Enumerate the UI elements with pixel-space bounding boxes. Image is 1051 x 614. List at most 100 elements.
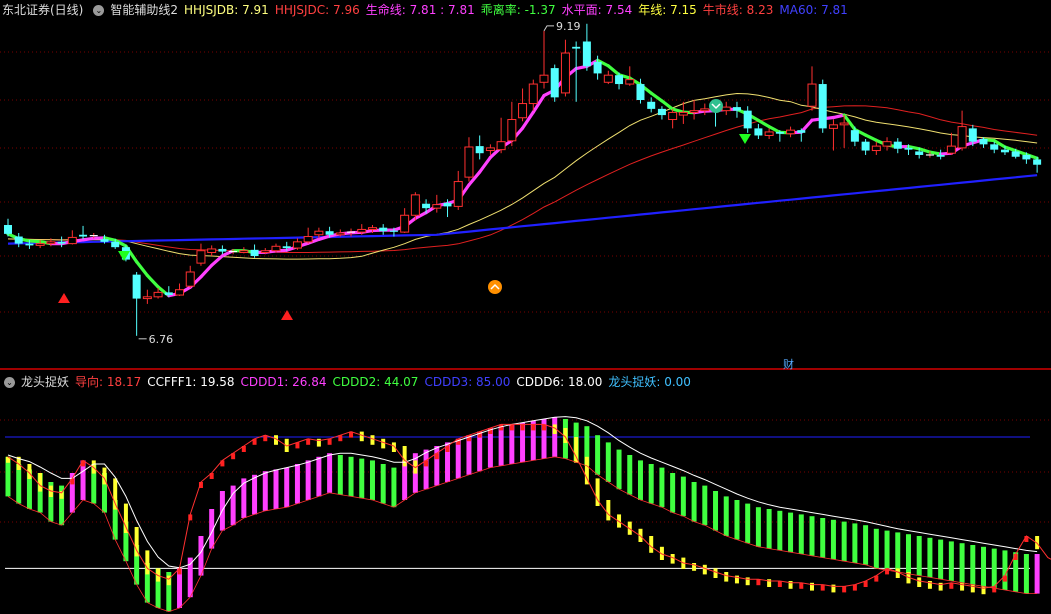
- main-chart-header: 东北证券(日线) ⌄ 智能辅助线2 HHJSJDB: 7.91 HHJSJDC: …: [0, 1, 854, 19]
- life-line-seg-1: [6, 232, 21, 241]
- bull-line: [7, 105, 1038, 253]
- candle-body-60: [647, 101, 656, 109]
- life-line-seg-79: [842, 113, 857, 132]
- life-line-seg-78: [831, 113, 846, 120]
- candle-body-38: [410, 194, 420, 216]
- candle-body-51: [550, 68, 559, 98]
- kline-chart[interactable]: 9.19 6.76: [0, 0, 1051, 614]
- life-line-seg-4: [38, 240, 53, 246]
- top-value-3: 乖离率: -1.37: [480, 3, 556, 17]
- candle-body-17: [185, 271, 195, 287]
- top-value-4: 水平面: 7.54: [561, 3, 633, 17]
- high-label: 9.19: [556, 20, 581, 33]
- candle-body-37: [400, 214, 410, 233]
- candle-body-0: [4, 225, 12, 234]
- candle-body-48: [518, 103, 528, 119]
- life-line-seg-2: [17, 237, 32, 243]
- life-line-seg-53: [563, 66, 578, 80]
- candle-body-34: [367, 227, 377, 230]
- life-line-seg-83: [885, 143, 900, 149]
- candle-body-93: [1000, 149, 1009, 153]
- sub-indicator-menu-icon[interactable]: ⌄: [4, 376, 15, 388]
- life-line-seg-46: [488, 145, 503, 160]
- candle-body-25: [271, 245, 281, 252]
- sell-circle-arrow: [711, 103, 721, 110]
- life-line-seg-7: [70, 238, 85, 244]
- pane-divider[interactable]: [0, 368, 1051, 370]
- life-line-seg-87: [928, 150, 943, 156]
- candle-body-57: [615, 75, 624, 85]
- candle-body-14: [153, 291, 163, 298]
- sub-indicator-values: 导向: 18.17 CCFFF1: 19.58 CDDD1: 26.84 CDDD2:…: [75, 373, 697, 391]
- indicator-name[interactable]: 智能辅助线2: [110, 1, 178, 19]
- candle-body-33: [357, 228, 367, 233]
- candle-body-40: [432, 204, 442, 209]
- candle-body-15: [164, 292, 173, 296]
- candle-body-66: [711, 108, 720, 111]
- life-line-seg-15: [156, 285, 171, 298]
- sell-triangle-2: [739, 134, 751, 144]
- candle-body-50: [539, 74, 549, 83]
- candle-body-64: [689, 110, 699, 113]
- candle-body-18: [196, 250, 206, 264]
- indicator-menu-icon[interactable]: ⌄: [93, 4, 105, 16]
- life-line-seg-80: [853, 127, 868, 137]
- life-line-seg-88: [939, 151, 953, 156]
- candle-body-5: [57, 241, 66, 244]
- candle-body-46: [496, 141, 506, 151]
- life-line-seg-75: [799, 118, 814, 134]
- year-line: [7, 92, 1038, 260]
- bottom-value-6: 龙头捉妖: 0.00: [608, 375, 691, 389]
- sub-chart-header: ⌄ 龙头捉妖 导向: 18.17 CCFFF1: 19.58 CDDD1: 26.8…: [0, 373, 697, 391]
- life-line-seg-40: [424, 204, 439, 215]
- candle-body-12: [132, 274, 141, 299]
- candle-body-1: [14, 236, 23, 244]
- candle-body-35: [379, 227, 388, 232]
- candle-body-62: [668, 111, 678, 121]
- life-line-seg-19: [199, 263, 214, 279]
- life-line-seg-11: [113, 238, 128, 248]
- sell-circle-icon: [709, 99, 723, 113]
- candle-body-4: [46, 241, 56, 245]
- life-line-seg-85: [906, 144, 921, 151]
- candle-body-10: [111, 241, 120, 248]
- candle-body-13: [142, 296, 152, 300]
- finance-marker[interactable]: 财: [783, 356, 794, 372]
- life-line-seg-62: [660, 99, 675, 111]
- buy-triangle-1: [58, 293, 70, 303]
- candle-body-27: [292, 241, 302, 249]
- life-line-seg-74: [788, 130, 803, 135]
- buy-circle-icon: [488, 280, 502, 294]
- life-line-seg-67: [713, 107, 728, 113]
- life-line-seg-28: [295, 241, 310, 249]
- top-value-2: 生命线: 7.81 : 7.81: [365, 3, 475, 17]
- life-line-seg-32: [338, 231, 353, 236]
- life-line-seg-20: [210, 254, 224, 267]
- life-line-seg-8: [81, 236, 96, 242]
- candle-body-52: [560, 52, 570, 94]
- candle-body-59: [636, 84, 645, 101]
- candle-body-83: [893, 141, 902, 149]
- candle-body-89: [957, 126, 967, 149]
- candle-body-2: [25, 243, 34, 246]
- life-line-seg-34: [360, 228, 375, 234]
- candle-body-29: [314, 230, 324, 236]
- candle-body-49: [528, 83, 538, 105]
- candle-body-24: [260, 250, 270, 253]
- life-line-seg-37: [392, 224, 407, 232]
- candle-body-68: [732, 107, 741, 111]
- life-line-seg-52: [553, 75, 568, 92]
- candle-body-79: [850, 130, 859, 142]
- life-line-seg-76: [810, 117, 825, 122]
- life-line-seg-60: [638, 83, 653, 95]
- candle-body-58: [625, 79, 635, 85]
- ccfff1-line: [7, 416, 1038, 569]
- life-line-seg-21: [220, 249, 235, 258]
- life-line-seg-38: [403, 216, 417, 229]
- life-line-seg-45: [478, 155, 492, 174]
- sub-indicator-name[interactable]: 龙头捉妖: [21, 373, 69, 391]
- candle-body-72: [775, 131, 784, 134]
- top-value-6: 牛市线: 8.23: [702, 3, 774, 17]
- candle-body-91: [979, 139, 988, 145]
- life-line-seg-51: [542, 88, 557, 98]
